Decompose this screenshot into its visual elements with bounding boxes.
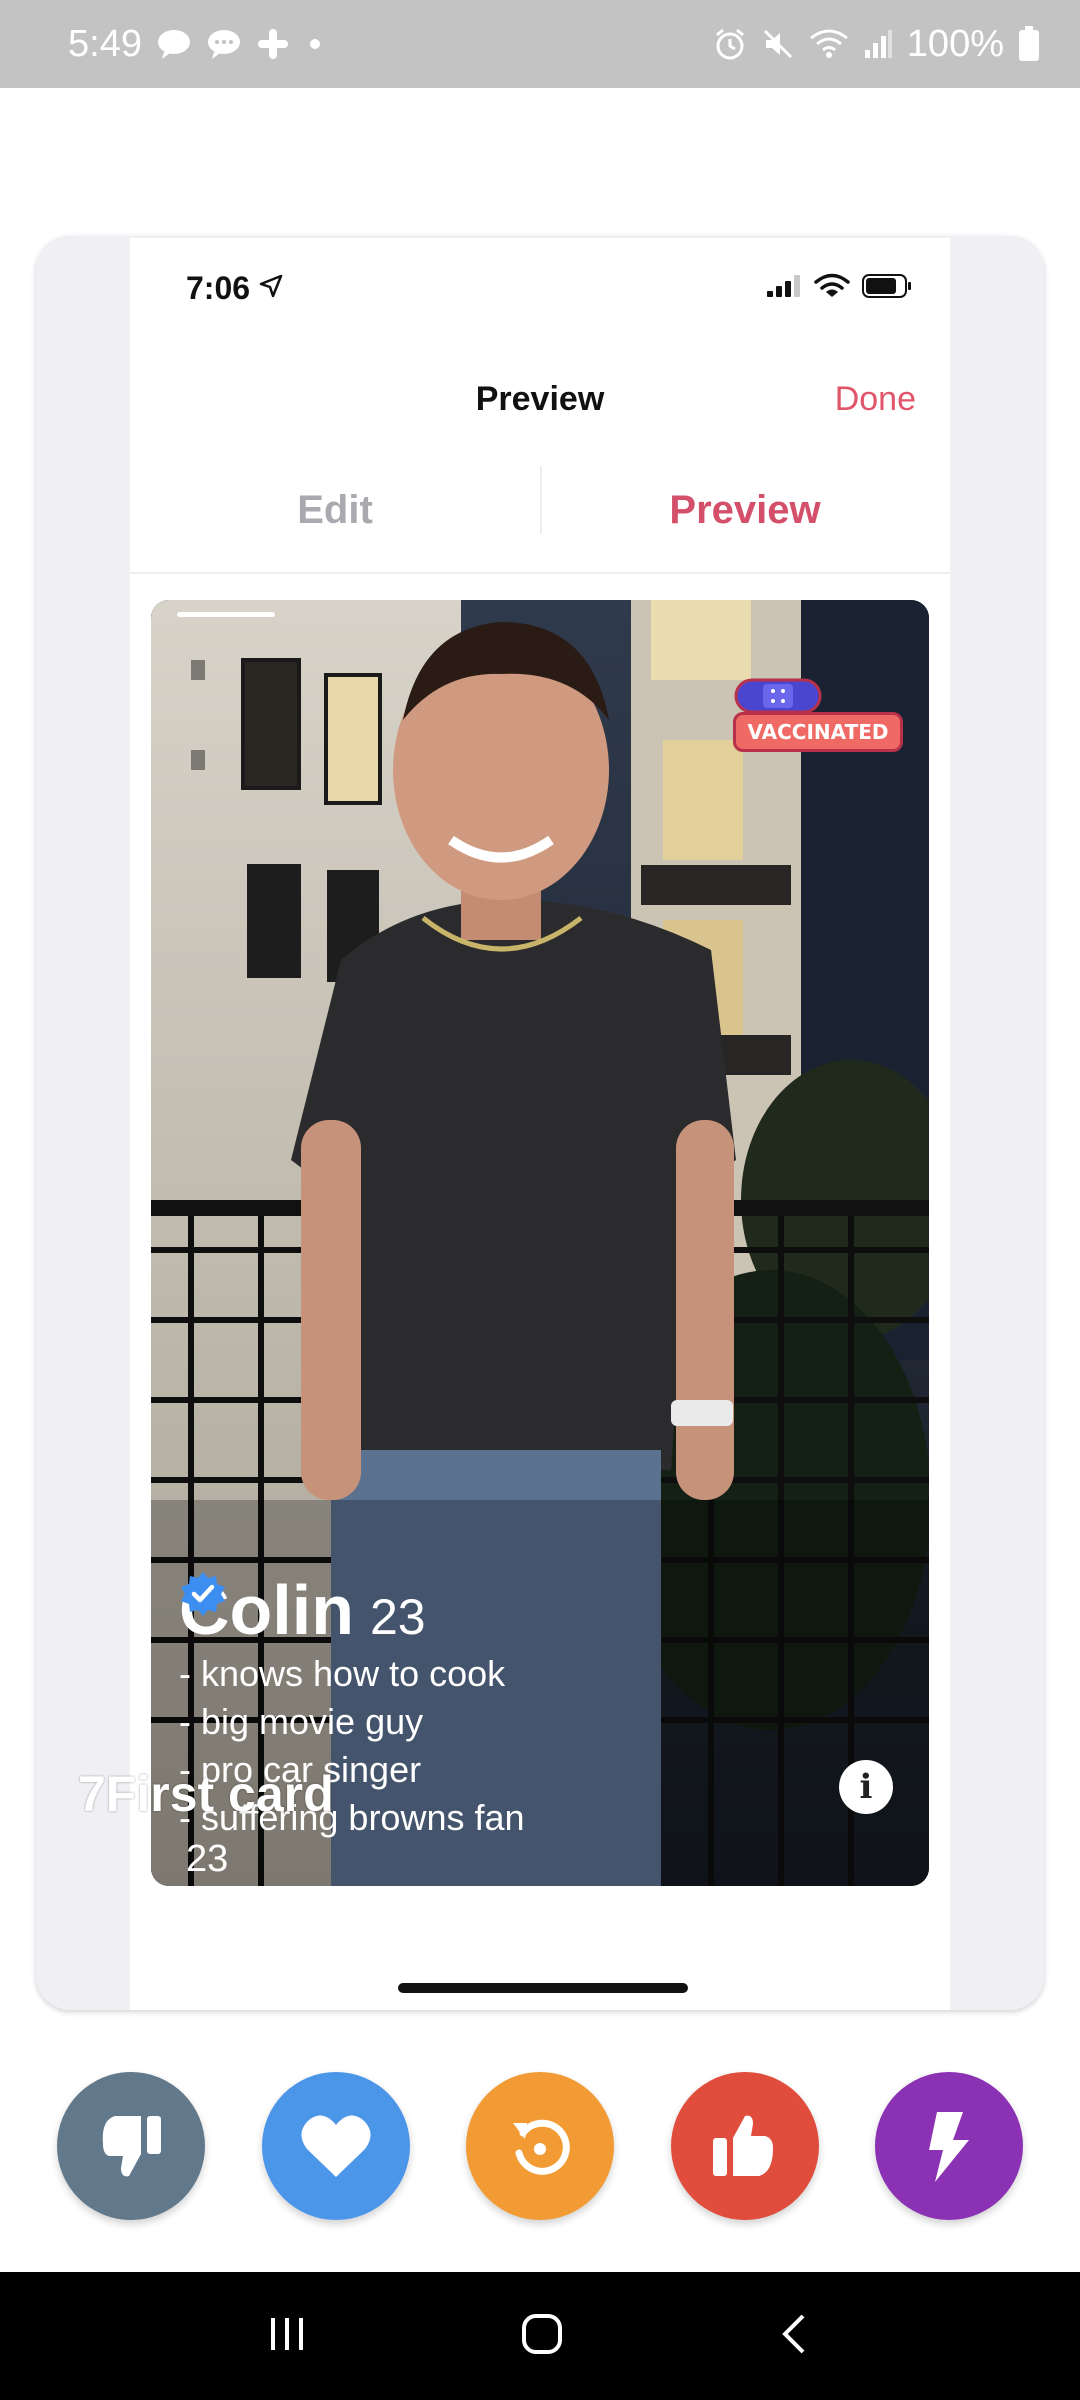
battery-icon — [1018, 26, 1040, 62]
android-status-bar: 5:49 100% — [0, 0, 1080, 88]
like-button[interactable] — [262, 2072, 410, 2220]
more-notifications-dot — [309, 39, 320, 49]
ios-status-bar: 7:06 — [130, 238, 950, 338]
ios-wifi-icon — [814, 273, 850, 304]
cell-signal-icon — [766, 274, 802, 303]
tab-edit[interactable]: Edit — [130, 448, 540, 572]
tab-divider — [540, 466, 542, 534]
card-overlay-age: 23 — [186, 1838, 229, 1880]
profile-photo-card[interactable]: VACCINATED Colin 23 - knows how to cook … — [151, 600, 929, 1886]
slack-notification-icon — [256, 27, 290, 61]
card-overlay-label: 7First card — [78, 1766, 334, 1822]
lightning-icon — [929, 2112, 969, 2182]
thumbs-down-icon — [102, 2116, 161, 2177]
boost-button[interactable] — [875, 2072, 1023, 2220]
nav-bar: Preview Done — [130, 358, 950, 448]
info-icon[interactable]: i — [839, 1760, 893, 1814]
ios-time: 7:06 — [186, 270, 284, 307]
alarm-icon — [713, 27, 747, 61]
ios-battery-icon — [862, 273, 912, 304]
rewind-button[interactable] — [466, 2072, 614, 2220]
ios-time-text: 7:06 — [186, 269, 251, 306]
name-row: Colin 23 — [179, 1570, 779, 1650]
bio-line: - knows how to cook — [179, 1653, 506, 1694]
signal-icon — [863, 28, 893, 60]
talk-notification-icon — [156, 28, 192, 60]
mute-icon — [761, 27, 795, 61]
thumbs-up-button[interactable] — [671, 2072, 819, 2220]
heart-icon — [301, 2115, 371, 2177]
ios-status-icons — [766, 273, 912, 304]
home-icon[interactable] — [518, 2310, 566, 2363]
chat-notification-icon — [206, 28, 242, 60]
photo-progress-bar — [177, 612, 275, 617]
nav-title: Preview — [475, 380, 605, 418]
edit-preview-tabs: Edit Preview — [130, 448, 950, 574]
done-button[interactable]: Done — [835, 380, 916, 419]
rewind-icon — [513, 2119, 570, 2175]
thumbs-up-icon — [713, 2115, 773, 2176]
dislike-button[interactable] — [57, 2072, 205, 2220]
verified-badge-icon — [181, 1572, 225, 1616]
vaccinated-badge: VACCINATED — [733, 674, 903, 756]
action-buttons — [0, 2072, 1080, 2222]
status-time: 5:49 — [68, 22, 142, 65]
status-right: 100% — [713, 23, 1040, 66]
battery-percent: 100% — [906, 22, 1004, 65]
android-nav-bar — [0, 2272, 1080, 2400]
preview-frame: 7:06 Preview Done Edit Preview VACCINATE… — [36, 236, 1044, 2010]
phone-screenshot: 7:06 Preview Done Edit Preview VACCINATE… — [130, 238, 950, 2010]
back-icon[interactable] — [775, 2310, 815, 2363]
location-arrow-icon — [258, 270, 284, 307]
bio-line: - big movie guy — [179, 1701, 424, 1742]
status-left: 5:49 — [68, 23, 320, 66]
tab-preview[interactable]: Preview — [540, 448, 950, 572]
vaccinated-label: VACCINATED — [733, 712, 903, 752]
recent-apps-icon[interactable] — [265, 2312, 309, 2361]
profile-age: 23 — [369, 1589, 426, 1645]
wifi-icon — [809, 28, 849, 60]
ios-home-indicator — [398, 1983, 688, 1993]
